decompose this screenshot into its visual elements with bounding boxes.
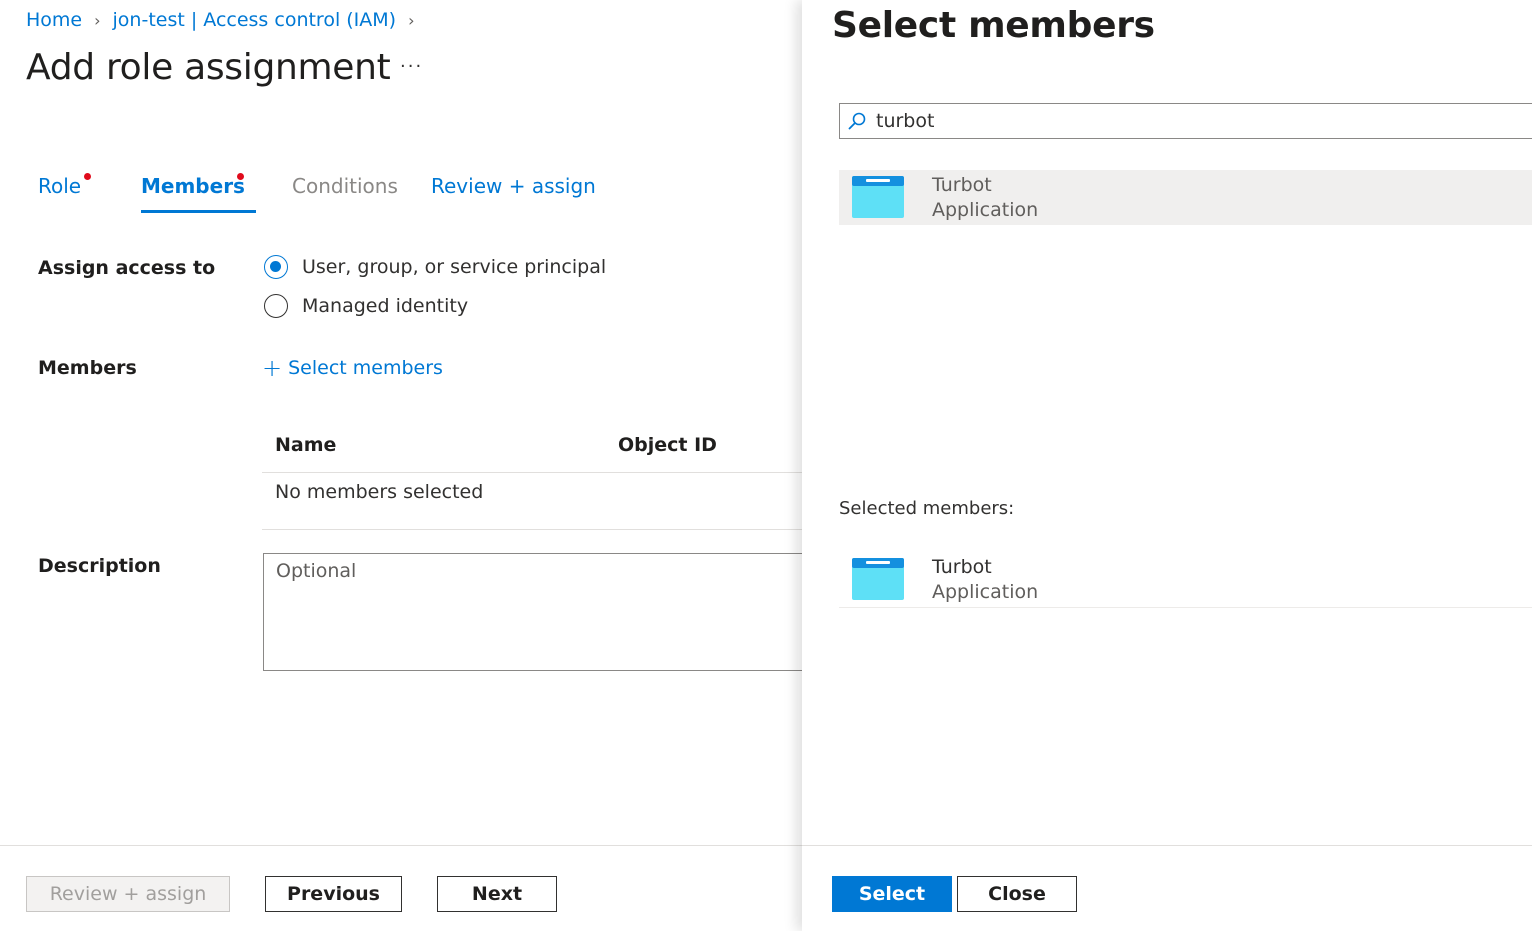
close-button[interactable]: Close: [957, 876, 1077, 912]
breadcrumb-home[interactable]: Home: [26, 9, 82, 31]
selected-member-name: Turbot: [932, 556, 992, 578]
selected-members-label: Selected members:: [839, 498, 1015, 519]
review-assign-button[interactable]: Review + assign: [26, 876, 230, 912]
description-textarea[interactable]: [263, 553, 823, 671]
column-header-object-id: Object ID: [618, 434, 717, 456]
table-empty-text: No members selected: [275, 481, 484, 503]
plus-icon: +: [262, 354, 283, 382]
panel-footer-divider: [802, 845, 1532, 846]
search-icon: [840, 104, 874, 138]
radio-label: User, group, or service principal: [302, 256, 607, 278]
required-indicator: [84, 173, 91, 180]
selected-member-type: Application: [932, 581, 1039, 603]
table-divider: [262, 529, 802, 530]
radio-managed-identity[interactable]: Managed identity: [264, 294, 468, 318]
radio-button-checked[interactable]: [264, 255, 288, 279]
previous-button[interactable]: Previous: [265, 876, 402, 912]
search-result-item[interactable]: Turbot Application: [839, 170, 1532, 225]
next-button[interactable]: Next: [437, 876, 557, 912]
result-name: Turbot: [932, 174, 992, 196]
required-indicator: [237, 173, 244, 180]
tab-review-assign[interactable]: Review + assign: [431, 174, 596, 198]
more-options-icon[interactable]: ···: [400, 56, 423, 77]
search-box[interactable]: [839, 103, 1532, 139]
page-title: Add role assignment: [26, 47, 391, 88]
select-members-link-label: Select members: [288, 357, 443, 379]
select-button[interactable]: Select: [832, 876, 952, 912]
radio-user-group-sp[interactable]: User, group, or service principal: [264, 255, 606, 279]
radio-label: Managed identity: [302, 295, 469, 317]
application-icon: [852, 176, 904, 222]
chevron-right-icon: ›: [94, 10, 101, 30]
select-members-link[interactable]: + Select members: [262, 356, 443, 380]
radio-button[interactable]: [264, 294, 288, 318]
tab-role[interactable]: Role: [38, 174, 81, 198]
assign-access-label: Assign access to: [38, 257, 216, 279]
footer-divider: [0, 845, 802, 846]
table-divider: [262, 472, 802, 473]
selected-member-item: Turbot Application: [839, 552, 1532, 608]
tab-members[interactable]: Members: [141, 174, 245, 198]
panel-title: Select members: [832, 5, 1155, 46]
active-tab-underline: [141, 210, 256, 213]
breadcrumb: Home › jon-test | Access control (IAM) ›: [26, 7, 427, 33]
tab-conditions[interactable]: Conditions: [292, 174, 398, 198]
description-label: Description: [38, 555, 161, 577]
application-icon: [852, 558, 904, 604]
select-members-panel: [802, 0, 1532, 931]
column-header-name: Name: [275, 434, 337, 456]
breadcrumb-iam[interactable]: jon-test | Access control (IAM): [113, 9, 397, 31]
result-type: Application: [932, 199, 1039, 221]
search-input[interactable]: [874, 110, 1532, 132]
members-label: Members: [38, 357, 137, 379]
chevron-right-icon: ›: [408, 10, 415, 30]
